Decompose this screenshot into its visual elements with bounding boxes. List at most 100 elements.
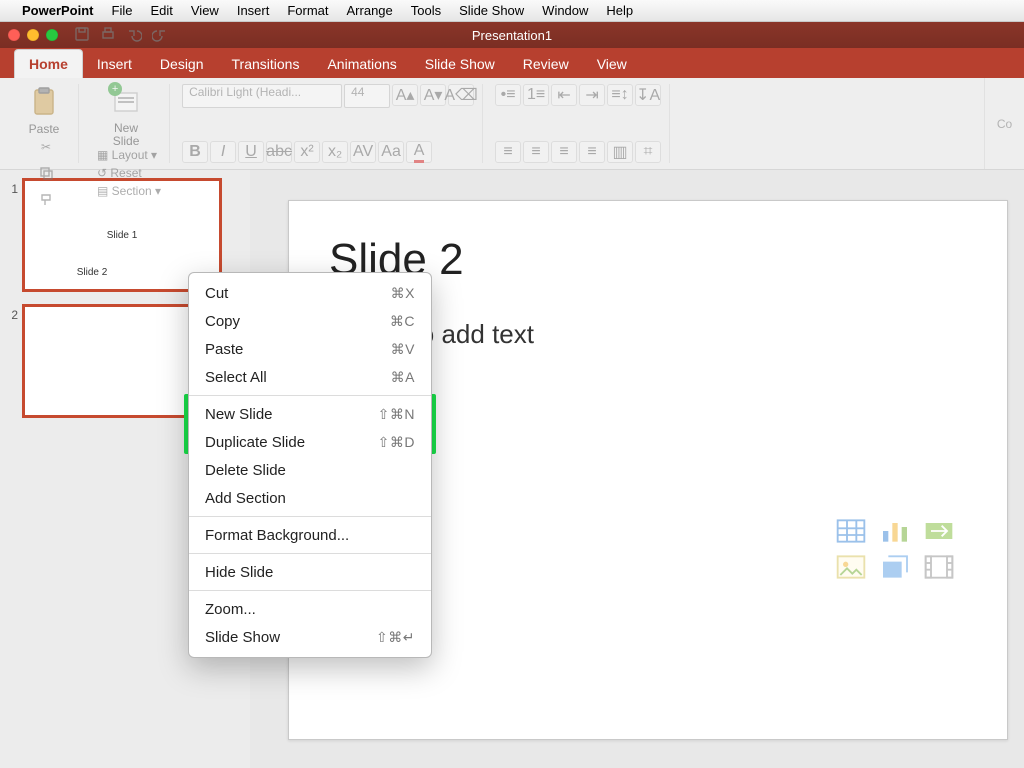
mac-menu-view[interactable]: View (191, 3, 219, 18)
ctx-add-section[interactable]: Add Section (189, 484, 431, 512)
qat-redo-icon[interactable] (152, 26, 168, 45)
mac-menu-insert[interactable]: Insert (237, 3, 270, 18)
ctx-format-background[interactable]: Format Background... (189, 521, 431, 549)
ctx-hide-slide[interactable]: Hide Slide (189, 558, 431, 586)
mac-menu-window[interactable]: Window (542, 3, 588, 18)
font-color-button[interactable]: A (406, 141, 432, 163)
zoom-window-button[interactable] (46, 29, 58, 41)
paste-label: Paste (29, 122, 60, 136)
ctx-cut[interactable]: Cut⌘X (189, 279, 431, 307)
qat-print-icon[interactable] (100, 26, 116, 45)
font-size-select[interactable]: 44 (344, 84, 390, 108)
qat-save-icon[interactable] (74, 26, 90, 45)
columns-button[interactable]: ▥ (607, 141, 633, 163)
increase-font-icon[interactable]: A▴ (392, 84, 418, 106)
ribbon-tabs: Home Insert Design Transitions Animation… (0, 48, 1024, 78)
tab-insert[interactable]: Insert (83, 50, 146, 78)
mac-menu-file[interactable]: File (112, 3, 133, 18)
thumb-number: 1 (8, 182, 18, 196)
layout-button[interactable]: ▦ Layout ▾ (97, 148, 161, 162)
superscript-button[interactable]: x² (294, 141, 320, 163)
new-slide-label: New Slide (113, 122, 140, 148)
insert-picture-icon[interactable] (835, 551, 867, 579)
align-left-button[interactable]: ≡ (495, 141, 521, 163)
format-painter-icon[interactable] (33, 188, 59, 210)
insert-smartart-icon[interactable] (923, 515, 955, 543)
underline-button[interactable]: U (238, 141, 264, 163)
tab-review[interactable]: Review (509, 50, 583, 78)
increase-indent-button[interactable]: ⇥ (579, 84, 605, 106)
insert-table-icon[interactable] (835, 515, 867, 543)
text-direction-button[interactable]: ↧A (635, 84, 661, 106)
group-paragraph: •≡ 1≡ ⇤ ⇥ ≡↕ ↧A ≡ ≡ ≡ ≡ ▥ ⌗ (487, 84, 670, 163)
mac-menu-edit[interactable]: Edit (150, 3, 172, 18)
ctx-separator (189, 553, 431, 554)
align-right-button[interactable]: ≡ (551, 141, 577, 163)
ctx-separator (189, 395, 431, 396)
line-spacing-button[interactable]: ≡↕ (607, 84, 633, 106)
mac-menu-tools[interactable]: Tools (411, 3, 441, 18)
align-text-button[interactable]: ⌗ (635, 141, 661, 163)
group-slides: + New Slide ▦ Layout ▾ ↺ Reset ▤ Section… (83, 84, 170, 163)
reset-button[interactable]: ↺ Reset (97, 166, 161, 180)
tab-home[interactable]: Home (14, 49, 83, 78)
decrease-indent-button[interactable]: ⇤ (551, 84, 577, 106)
content-placeholder-icons (835, 515, 959, 579)
ctx-separator (189, 590, 431, 591)
section-button[interactable]: ▤ Section ▾ (97, 184, 161, 198)
tab-transitions[interactable]: Transitions (218, 50, 314, 78)
paste-button[interactable]: Paste (18, 84, 70, 136)
font-name-select[interactable]: Calibri Light (Headi... (182, 84, 342, 108)
tab-animations[interactable]: Animations (313, 50, 410, 78)
italic-button[interactable]: I (210, 141, 236, 163)
mac-menu-help[interactable]: Help (606, 3, 633, 18)
new-slide-button[interactable]: + New Slide (100, 84, 152, 148)
justify-button[interactable]: ≡ (579, 141, 605, 163)
bold-button[interactable]: B (182, 141, 208, 163)
thumb-label: Slide 2 (77, 267, 108, 278)
clear-format-icon[interactable]: A⌫ (448, 84, 474, 106)
minimize-window-button[interactable] (27, 29, 39, 41)
bullets-button[interactable]: •≡ (495, 84, 521, 106)
insert-chart-icon[interactable] (879, 515, 911, 543)
char-spacing-button[interactable]: AV (350, 141, 376, 163)
window-controls (8, 29, 58, 41)
bullet-placeholder[interactable]: Click to add text (349, 319, 967, 350)
group-clipboard: Paste ✂ (10, 84, 79, 163)
mac-menu-slideshow[interactable]: Slide Show (459, 3, 524, 18)
ribbon-overflow[interactable]: Co (984, 78, 1024, 169)
mac-menubar: PowerPoint File Edit View Insert Format … (0, 0, 1024, 22)
insert-video-icon[interactable] (923, 551, 955, 579)
context-menu: Cut⌘X Copy⌘C Paste⌘V Select All⌘A New Sl… (188, 272, 432, 658)
group-font: Calibri Light (Headi... 44 A▴ A▾ A⌫ B I … (174, 84, 483, 163)
subscript-button[interactable]: x₂ (322, 141, 348, 163)
numbering-button[interactable]: 1≡ (523, 84, 549, 106)
change-case-button[interactable]: Aa (378, 141, 404, 163)
tab-design[interactable]: Design (146, 50, 218, 78)
ctx-paste[interactable]: Paste⌘V (189, 335, 431, 363)
decrease-font-icon[interactable]: A▾ (420, 84, 446, 106)
ctx-delete-slide[interactable]: Delete Slide (189, 456, 431, 484)
ctx-new-slide[interactable]: New Slide⇧⌘N (189, 400, 431, 428)
copy-icon[interactable] (33, 162, 59, 184)
ctx-slide-show[interactable]: Slide Show⇧⌘↵ (189, 623, 431, 651)
ribbon: Paste ✂ + New Slide ▦ Layout ▾ ↺ Reset ▤… (0, 78, 1024, 170)
mac-menu-arrange[interactable]: Arrange (347, 3, 393, 18)
ctx-duplicate-slide[interactable]: Duplicate Slide⇧⌘D (189, 428, 431, 456)
insert-online-picture-icon[interactable] (879, 551, 911, 579)
qat-undo-icon[interactable] (126, 26, 142, 45)
document-title: Presentation1 (472, 28, 552, 43)
close-window-button[interactable] (8, 29, 20, 41)
mac-menu-format[interactable]: Format (287, 3, 328, 18)
ctx-separator (189, 516, 431, 517)
ctx-select-all[interactable]: Select All⌘A (189, 363, 431, 391)
tab-view[interactable]: View (583, 50, 641, 78)
align-center-button[interactable]: ≡ (523, 141, 549, 163)
workspace: 1 Slide 1 2 Slide 2 Slide 2 Click to add… (0, 170, 1024, 768)
strike-button[interactable]: abc (266, 141, 292, 163)
tab-slideshow[interactable]: Slide Show (411, 50, 509, 78)
mac-app-name[interactable]: PowerPoint (22, 3, 94, 18)
ctx-zoom[interactable]: Zoom... (189, 595, 431, 623)
ctx-copy[interactable]: Copy⌘C (189, 307, 431, 335)
cut-icon[interactable]: ✂ (33, 136, 59, 158)
